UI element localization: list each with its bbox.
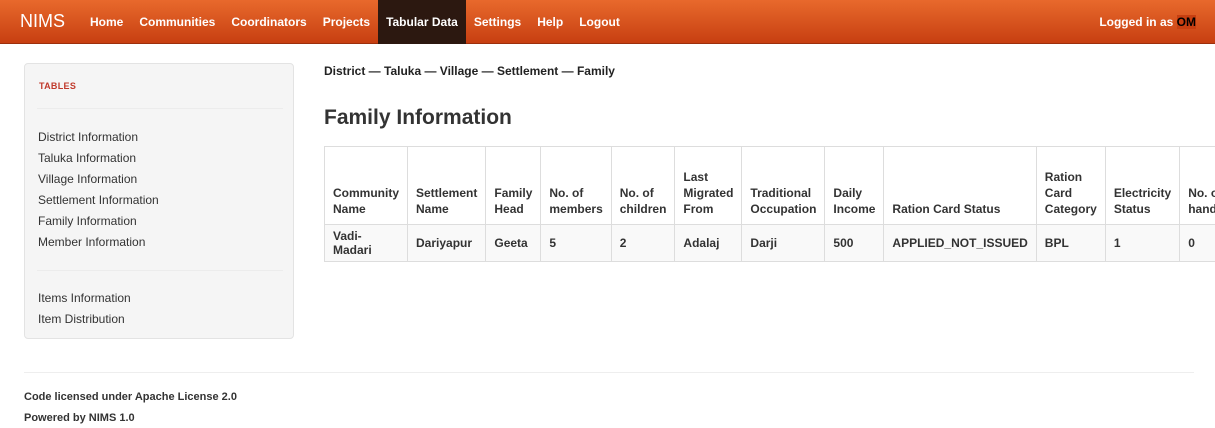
nav-coordinators[interactable]: Coordinators bbox=[223, 0, 314, 44]
breadcrumb: District — Taluka — Village — Settlement… bbox=[324, 64, 615, 78]
sidebar-item-taluka-information[interactable]: Taluka Information bbox=[38, 148, 159, 169]
table-cell: BPL bbox=[1035, 224, 1106, 262]
column-header[interactable]: Electricity Status bbox=[1104, 146, 1181, 225]
nav-logout[interactable]: Logout bbox=[571, 0, 628, 44]
nav-tabular-data[interactable]: Tabular Data bbox=[378, 0, 466, 44]
column-header[interactable]: No. of children bbox=[610, 146, 676, 225]
sidebar-item-district-information[interactable]: District Information bbox=[38, 127, 159, 148]
column-header[interactable]: Ration Card Category bbox=[1035, 146, 1106, 225]
sidebar-header: TABLES bbox=[39, 81, 77, 91]
table-cell: 500 bbox=[824, 224, 885, 262]
table-row: Vadi-Madari Dariyapur Geeta 5 2 Adalaj D… bbox=[324, 224, 1215, 262]
column-header[interactable]: Traditional Occupation bbox=[741, 146, 826, 225]
column-header[interactable]: No. of handicappe bbox=[1179, 146, 1215, 225]
nav-settings[interactable]: Settings bbox=[466, 0, 529, 44]
page-title: Family Information bbox=[324, 106, 512, 129]
sidebar-item-member-information[interactable]: Member Information bbox=[38, 232, 159, 253]
sidebar-item-settlement-information[interactable]: Settlement Information bbox=[38, 190, 159, 211]
table-cell: Darji bbox=[741, 224, 826, 262]
table-cell: Vadi-Madari bbox=[324, 224, 408, 262]
footer-divider bbox=[24, 372, 1194, 373]
nav-home[interactable]: Home bbox=[82, 0, 131, 44]
column-header[interactable]: Family Head bbox=[485, 146, 542, 225]
top-navbar: NIMS Home Communities Coordinators Proje… bbox=[0, 0, 1215, 44]
footer-license-prefix: Code licensed under bbox=[24, 391, 135, 403]
sidebar-item-items-information[interactable]: Items Information bbox=[38, 288, 131, 309]
sidebar-divider bbox=[37, 108, 283, 109]
nav-links: Home Communities Coordinators Projects T… bbox=[82, 0, 628, 44]
footer-license: Code licensed under Apache License 2.0 bbox=[24, 391, 237, 403]
sidebar-item-item-distribution[interactable]: Item Distribution bbox=[38, 309, 131, 330]
column-header[interactable]: Settlement Name bbox=[406, 146, 487, 225]
table-cell: 2 bbox=[610, 224, 676, 262]
column-header[interactable]: No. of members bbox=[540, 146, 612, 225]
table-header-row: Community Name Settlement Name Family He… bbox=[324, 146, 1215, 225]
column-header[interactable]: Community Name bbox=[324, 146, 408, 225]
table-cell: Adalaj bbox=[674, 224, 743, 262]
logged-in-user[interactable]: OM bbox=[1176, 15, 1196, 29]
license-link[interactable]: Apache License 2.0 bbox=[135, 391, 237, 403]
sidebar-tables-group: District Information Taluka Information … bbox=[38, 127, 159, 253]
brand-logo[interactable]: NIMS bbox=[20, 11, 65, 32]
family-table: Community Name Settlement Name Family He… bbox=[324, 146, 1215, 262]
sidebar-item-village-information[interactable]: Village Information bbox=[38, 169, 159, 190]
logged-in-status: Logged in as OM bbox=[1099, 0, 1196, 44]
sidebar: TABLES District Information Taluka Infor… bbox=[24, 63, 294, 339]
sidebar-divider bbox=[37, 270, 283, 271]
table-cell: APPLIED_NOT_ISSUED bbox=[883, 224, 1037, 262]
sidebar-item-family-information[interactable]: Family Information bbox=[38, 211, 159, 232]
nav-help[interactable]: Help bbox=[529, 0, 571, 44]
table-cell: Geeta bbox=[485, 224, 542, 262]
footer-powered: Powered by NIMS 1.0 bbox=[24, 412, 135, 424]
table-cell: 5 bbox=[540, 224, 612, 262]
table-cell: 1 bbox=[1104, 224, 1181, 262]
table-cell: 0 bbox=[1179, 224, 1215, 262]
powered-link[interactable]: NIMS 1.0 bbox=[89, 412, 135, 424]
sidebar-items-group: Items Information Item Distribution bbox=[38, 288, 131, 330]
logged-in-prefix: Logged in as bbox=[1099, 15, 1177, 29]
nav-communities[interactable]: Communities bbox=[131, 0, 223, 44]
column-header[interactable]: Daily Income bbox=[824, 146, 885, 225]
column-header[interactable]: Last Migrated From bbox=[674, 146, 743, 225]
nav-projects[interactable]: Projects bbox=[315, 0, 378, 44]
column-header[interactable]: Ration Card Status bbox=[883, 146, 1037, 225]
footer-powered-prefix: Powered by bbox=[24, 412, 89, 424]
table-cell: Dariyapur bbox=[406, 224, 487, 262]
